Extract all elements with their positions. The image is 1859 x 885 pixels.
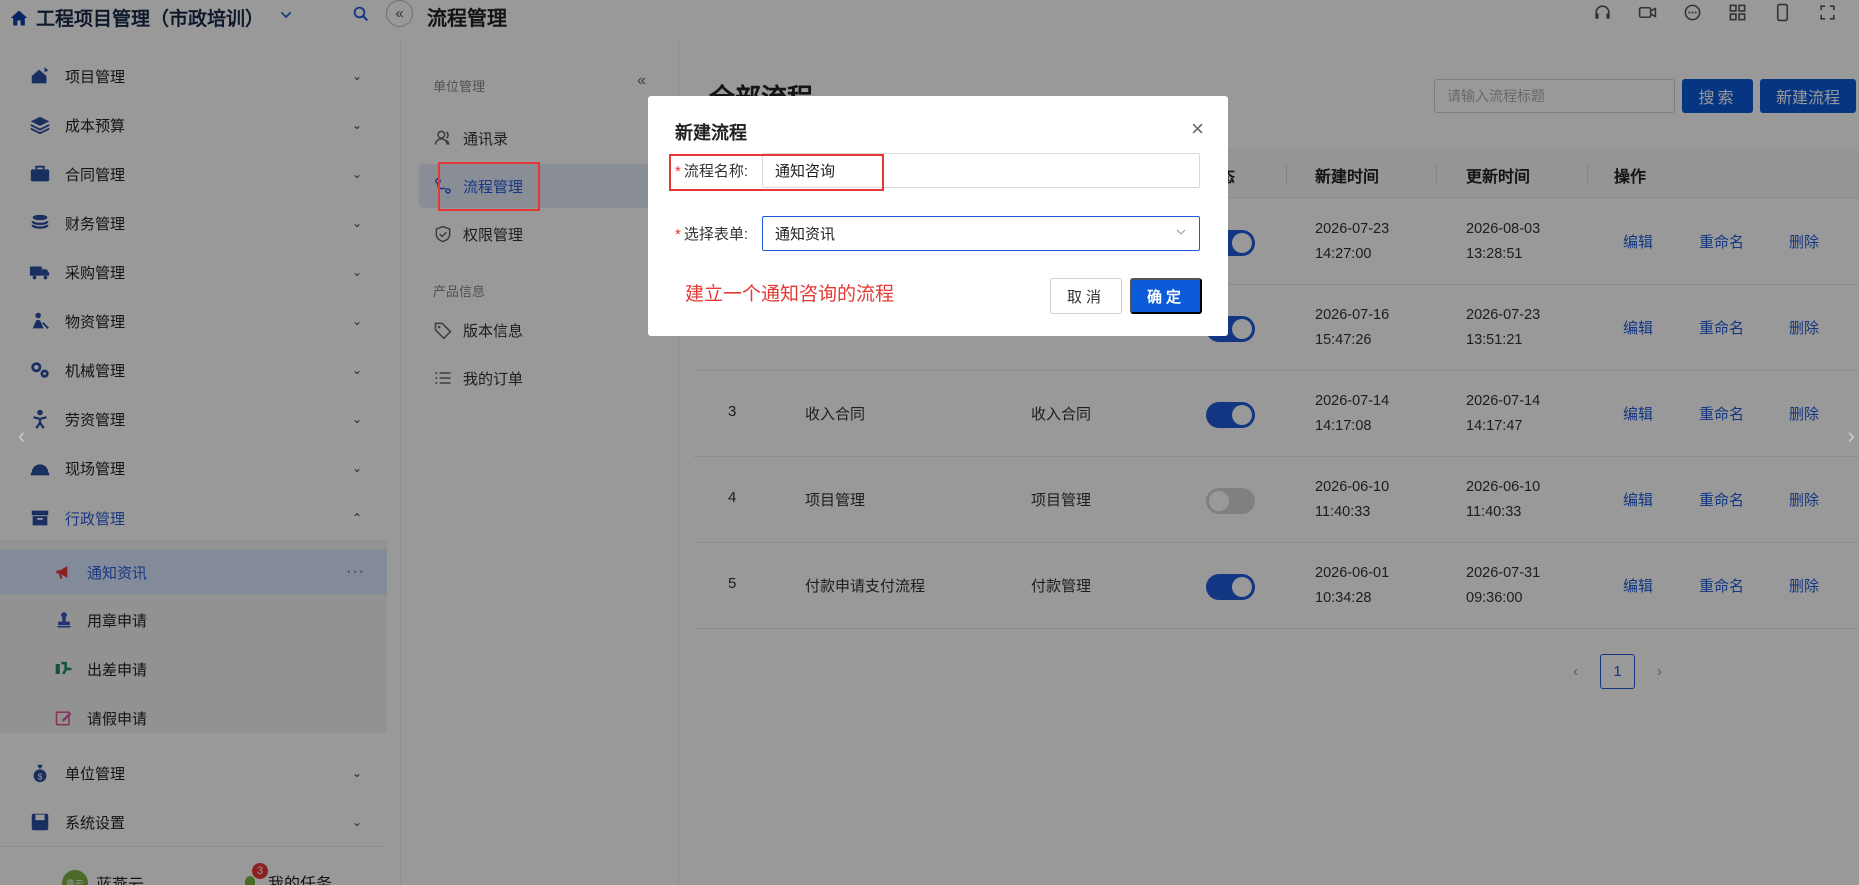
- dialog-title: 新建流程: [675, 123, 747, 143]
- cancel-button[interactable]: 取消: [1050, 278, 1122, 314]
- annotation-highlight-box: [438, 162, 540, 211]
- confirm-button[interactable]: 确定: [1130, 278, 1202, 314]
- required-mark: *: [675, 226, 681, 243]
- chevron-right-icon: ›: [1847, 423, 1855, 448]
- annotation-text: 建立一个通知咨询的流程: [685, 284, 895, 305]
- new-workflow-dialog: 新建流程 × * 流程名称: 通知咨询 * 选择表单: 通知资讯 建立一个通知咨询的…: [648, 96, 1228, 336]
- form-select-value: 通知资讯: [775, 226, 836, 243]
- form-select[interactable]: 通知资讯: [762, 216, 1200, 251]
- close-icon[interactable]: ×: [1191, 116, 1204, 142]
- form-select-label-text: 选择表单:: [683, 226, 749, 243]
- form-select-label: * 选择表单:: [675, 223, 748, 244]
- chevron-down-icon: [1175, 226, 1187, 241]
- chevron-left-icon: ‹: [18, 423, 26, 448]
- annotation-highlight-box: [669, 154, 884, 191]
